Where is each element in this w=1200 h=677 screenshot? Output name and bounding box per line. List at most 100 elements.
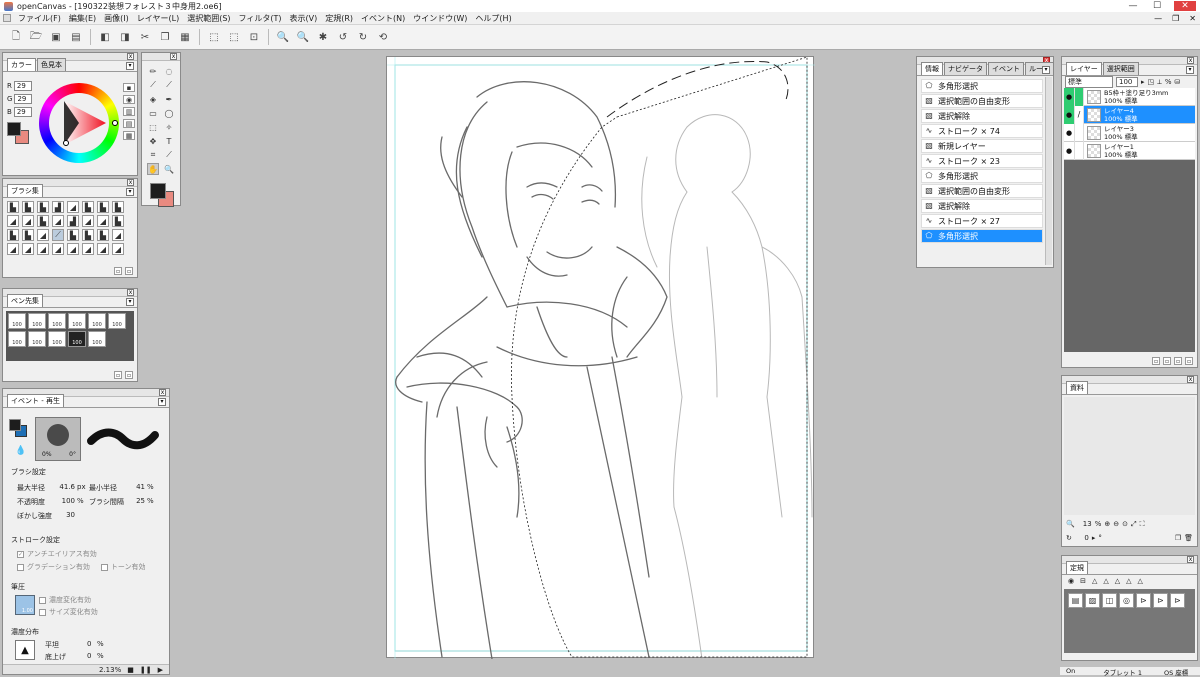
eye-icon[interactable]: ●	[1064, 129, 1074, 137]
density-shape-icon[interactable]: ▲	[15, 640, 35, 660]
zoom-in-icon[interactable]: 🔍	[276, 30, 290, 44]
blur-value[interactable]: 30	[49, 511, 77, 521]
copy-icon[interactable]: ❐	[158, 30, 172, 44]
menu-filter[interactable]: フィルタ(T)	[235, 13, 286, 24]
size-change-checkbox[interactable]	[39, 608, 46, 616]
menu-ruler[interactable]: 定規(R)	[321, 13, 357, 24]
blend-mode-select[interactable]: 標準	[1065, 76, 1113, 88]
brush-preset[interactable]: ◢	[112, 229, 124, 241]
chevron-down-icon[interactable]: ▾	[126, 188, 134, 196]
max-radius-value[interactable]: 41.6	[49, 483, 77, 493]
ruler-preset[interactable]: ◫	[1102, 593, 1117, 608]
history-item-selected[interactable]: ⬠ 多角形選択	[921, 229, 1043, 243]
drawing-canvas[interactable]	[386, 56, 815, 660]
gradation-checkbox[interactable]	[17, 563, 24, 571]
menu-layer[interactable]: レイヤー(L)	[133, 13, 183, 24]
brush-preset[interactable]: ▙	[22, 201, 34, 213]
brush-preset[interactable]: ◢	[97, 243, 109, 255]
brush-preset[interactable]: ▙	[67, 229, 79, 241]
layer-row-selected[interactable]: ● / レイヤー4 100% 標準	[1064, 105, 1195, 124]
fill-tool-icon[interactable]: ◈	[147, 93, 159, 105]
menu-image[interactable]: 画像(I)	[100, 13, 133, 24]
brush-preset[interactable]: ▙	[7, 201, 19, 213]
brush-preset[interactable]: ◢	[112, 243, 124, 255]
wheel-mode-icon[interactable]: ◉	[123, 95, 135, 104]
brush-preset[interactable]: ◢	[22, 243, 34, 255]
flip-icon[interactable]: ⟲	[376, 30, 390, 44]
save-as-icon[interactable]: ▤	[69, 30, 83, 44]
zoom-tool-icon[interactable]: 🔍	[163, 163, 175, 175]
rotate-reset-icon[interactable]: ✱	[316, 30, 330, 44]
brush-preset[interactable]: ▟	[52, 201, 64, 213]
eye-icon[interactable]: ◉	[1068, 577, 1074, 585]
move-tool-icon[interactable]: ✥	[147, 135, 159, 147]
brush-preset[interactable]: ▙	[37, 215, 49, 227]
mixer-icon[interactable]: ▦	[123, 131, 135, 140]
trash-icon[interactable]: ▫	[1185, 357, 1193, 365]
pen-tip[interactable]: 100	[68, 331, 86, 347]
color-wheel[interactable]	[39, 83, 119, 163]
airbrush-tool-icon[interactable]: ⟋	[163, 79, 175, 91]
trash-icon[interactable]: 🗑	[1184, 534, 1193, 542]
new-layer-icon[interactable]: ▫	[1152, 357, 1160, 365]
brush-preset[interactable]: ▟	[67, 215, 79, 227]
rotate-right-icon[interactable]: ↻	[356, 30, 370, 44]
menu-help[interactable]: ヘルプ(H)	[471, 13, 515, 24]
forward-icon[interactable]: ◨	[118, 30, 132, 44]
new-file-icon[interactable]: 🗋	[9, 30, 23, 44]
link-icon[interactable]: %	[1165, 78, 1172, 86]
tab-navigator[interactable]: ナビゲータ	[944, 62, 987, 75]
stop-icon[interactable]: ■	[127, 666, 134, 674]
ellipse-tool-icon[interactable]: ◯	[163, 107, 175, 119]
tab-pen-tips[interactable]: ペン先集	[7, 294, 43, 307]
watercolor-tool-icon[interactable]: ✒	[163, 93, 175, 105]
pen-tip[interactable]: 100	[68, 313, 86, 329]
eyedropper-icon[interactable]: ⟋	[163, 149, 175, 161]
history-item[interactable]: ▧ 選択解除	[921, 109, 1043, 123]
tool-color-swatch[interactable]	[148, 181, 178, 211]
triangle-icon[interactable]: △	[1115, 577, 1120, 585]
brush-preset[interactable]: ◢	[67, 201, 79, 213]
ruler-icon[interactable]: ⊟	[1080, 577, 1086, 585]
tab-selection[interactable]: 選択範囲	[1102, 62, 1139, 75]
eye-icon[interactable]: ●	[1064, 87, 1074, 106]
layer-row[interactable]: ● レイヤー1 100% 標準	[1064, 141, 1195, 160]
duplicate-icon[interactable]: ▫	[1174, 357, 1182, 365]
brush-preset[interactable]: ◢	[52, 243, 64, 255]
zoom-out-icon[interactable]: 🔍	[296, 30, 310, 44]
pen-tip[interactable]: 100	[8, 313, 26, 329]
pen-tip[interactable]: 100	[88, 313, 106, 329]
brush-preset[interactable]: ▙	[82, 229, 94, 241]
event-color-swatch[interactable]	[9, 419, 31, 441]
history-item[interactable]: ▧ 選択範囲の自由変形	[921, 184, 1043, 198]
history-item[interactable]: ⬠ 多角形選択	[921, 169, 1043, 183]
tone-checkbox[interactable]	[100, 563, 108, 571]
brush-preset[interactable]: ◢	[82, 243, 94, 255]
history-item[interactable]: ⬠ 多角形選択	[921, 79, 1043, 93]
menu-view[interactable]: 表示(V)	[286, 13, 322, 24]
brush-preset[interactable]: ▙	[82, 201, 94, 213]
close-icon[interactable]: x	[159, 389, 166, 396]
brush-active-icon[interactable]: /	[1074, 105, 1084, 124]
history-item[interactable]: ∿ ストローク × 23	[921, 154, 1043, 168]
brush-preset[interactable]: ▙	[112, 201, 124, 213]
tab-color[interactable]: カラー	[7, 58, 36, 71]
history-scrollbar[interactable]	[1045, 77, 1052, 265]
folder-icon[interactable]: ▫	[1163, 357, 1171, 365]
gradient-mode-icon[interactable]: ▤	[123, 119, 135, 128]
expand-icon[interactable]: ⛶	[1140, 520, 1145, 529]
antialias-checkbox[interactable]: ✓	[17, 550, 24, 558]
paste-icon[interactable]: ▦	[178, 30, 192, 44]
stepper-icon[interactable]: ▸	[1092, 534, 1096, 542]
doc-restore-button[interactable]: ❐	[1172, 14, 1179, 23]
close-icon[interactable]: x	[1187, 556, 1194, 563]
pen-tip[interactable]: 100	[48, 313, 66, 329]
tab-layers[interactable]: レイヤー	[1066, 62, 1102, 75]
select-all-icon[interactable]: ⬚	[207, 30, 221, 44]
chevron-down-icon[interactable]: ▾	[1186, 66, 1194, 74]
menu-file[interactable]: ファイル(F)	[14, 13, 65, 24]
brush-preset[interactable]: ▙	[97, 201, 109, 213]
brush-preset[interactable]: ▙	[97, 229, 109, 241]
back-icon[interactable]: ◧	[98, 30, 112, 44]
tab-reference[interactable]: 資料	[1066, 381, 1088, 394]
